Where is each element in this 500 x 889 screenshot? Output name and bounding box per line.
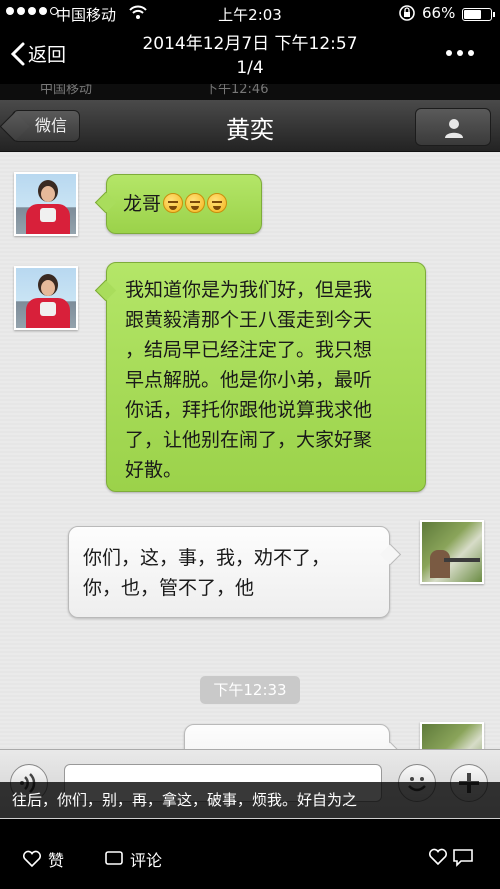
viewer-title: 2014年12月7日 下午12:57 1/4 [100,32,400,80]
comment-icon [105,851,123,865]
contact-name: 黄奕 [226,116,274,144]
lock-rotation-icon [399,5,415,21]
more-dots-icon [446,50,452,56]
inner-time: 下午12:46 [205,84,269,97]
my-avatar[interactable] [420,520,484,584]
message-text: 我知道你是为我们好，但是我 跟黄毅清那个王八蛋走到今天 ，结局早已经注定了。我只… [125,279,373,481]
back-button[interactable]: 返回 [10,40,66,67]
message-text: 你们，这，事，我，劝不了， 你，也，管不了，他 [83,547,331,599]
like-button[interactable]: 赞 [22,847,64,871]
timestamp-divider: 下午12:33 [200,676,300,704]
heart-comment-icon [428,848,473,867]
likes-comments-summary[interactable] [428,847,476,867]
message-list: 龙哥 我知道你是为我们好，但是我 跟黄毅清那个王八蛋走到今天 ，结局早已经注定了… [0,152,500,819]
contact-avatar[interactable] [14,266,78,330]
wechat-back-button[interactable]: 微信 [12,110,81,142]
message-text: 龙哥 [123,193,162,215]
photo-caption: 往后，你们，别，再，拿这，破事，烦我。好自为之 [0,782,500,818]
person-icon [445,119,463,138]
sweat-face-emoji [207,193,228,213]
profile-button[interactable] [415,108,491,146]
like-label: 赞 [48,851,65,870]
inner-carrier: 中国移动 [40,84,93,97]
message-bubble[interactable]: 你们，这，事，我，劝不了， 你，也，管不了，他 [68,526,390,618]
page-indicator: 1/4 [236,58,264,78]
back-label: 返回 [28,44,67,66]
more-options-button[interactable] [446,50,474,56]
viewer-header: 返回 2014年12月7日 下午12:57 1/4 [0,28,500,84]
sweat-face-emoji [163,193,184,213]
back-chevron-icon [10,42,25,65]
status-bar: 中国移动 上午2:03 66% [0,0,500,28]
comment-label: 评论 [130,851,163,870]
chat-screenshot: 中国移动 下午12:46 微信 黄奕 龙哥 我知道你是为我们好，但是我 跟黄毅清… [0,84,500,819]
inner-status-bar: 中国移动 下午12:46 [0,84,500,100]
photo-date: 2014年12月7日 下午12:57 [142,34,358,54]
battery-icon [462,8,495,21]
heart-icon [22,850,42,868]
bottom-action-bar: 赞 评论 [0,819,500,889]
message-bubble[interactable]: 龙哥 [106,174,262,234]
wechat-nav-bar: 微信 黄奕 [0,100,500,152]
contact-avatar[interactable] [14,172,78,236]
sweat-face-emoji [185,193,206,213]
battery-percentage: 66% [422,4,456,22]
comment-button[interactable]: 评论 [104,847,162,871]
message-bubble[interactable]: 我知道你是为我们好，但是我 跟黄毅清那个王八蛋走到今天 ，结局早已经注定了。我只… [106,262,426,492]
